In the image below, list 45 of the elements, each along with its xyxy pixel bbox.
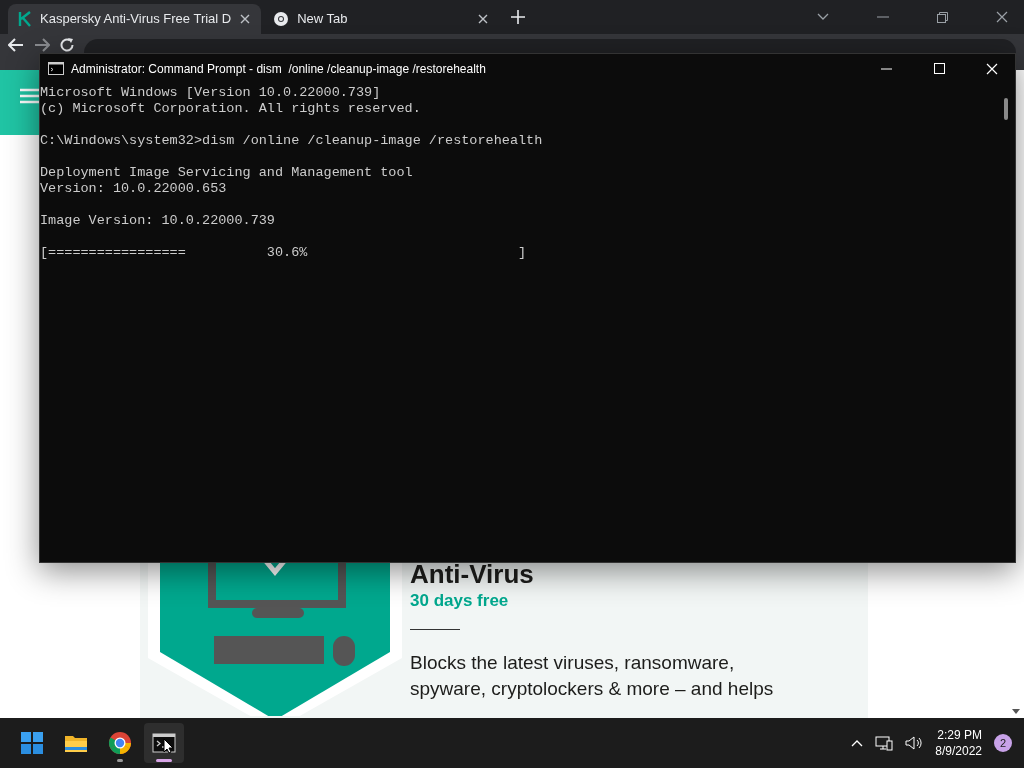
- window-title: Administrator: Command Prompt - dism /online /cleanup-image /restorehealth: [71, 60, 487, 78]
- volume-icon[interactable]: [905, 735, 924, 751]
- minimize-icon: [880, 67, 892, 70]
- tab-search-icon[interactable]: [817, 13, 829, 21]
- product-description: Blocks the latest viruses, ransomware, spyware, cryptolockers & more – and helps: [410, 651, 775, 701]
- start-icon: [20, 731, 44, 755]
- reload-icon[interactable]: [60, 38, 74, 52]
- tab-title: Kaspersky Anti-Virus Free Trial D: [40, 10, 232, 29]
- console-line: Microsoft Windows [Version 10.0.22000.739]: [40, 85, 382, 101]
- taskbar-app[interactable]: [144, 723, 184, 763]
- clock[interactable]: 2:29 PM 8/9/2022: [935, 727, 982, 759]
- console-line: Version: 10.0.22000.653: [40, 181, 228, 197]
- maximize-icon: [933, 63, 945, 74]
- scrollbar-thumb[interactable]: [1004, 98, 1008, 120]
- close-icon: [986, 62, 998, 75]
- console-line: Deployment Image Servicing and Management tool: [40, 165, 414, 181]
- browser-tab[interactable]: Kaspersky Anti-Virus Free Trial D: [8, 4, 262, 34]
- trial-period-text: 30 days free: [410, 590, 510, 612]
- console-line: Image Version: 10.0.22000.739: [40, 213, 276, 229]
- product-title: Anti-Virus: [410, 559, 535, 589]
- tab-title: New Tab: [297, 10, 349, 29]
- clock-date: 8/9/2022: [935, 743, 982, 759]
- network-icon[interactable]: [875, 735, 894, 751]
- terminal-icon: [152, 731, 176, 755]
- back-icon[interactable]: [8, 38, 24, 52]
- menu-button[interactable]: [0, 70, 40, 135]
- menu-icon: [20, 88, 40, 104]
- scroll-down-icon[interactable]: [1012, 709, 1020, 714]
- chevron-up-icon[interactable]: [851, 739, 864, 747]
- globe-icon: [273, 11, 290, 27]
- close-icon[interactable]: [239, 13, 252, 25]
- console-line: [================= 30.6% ]: [40, 245, 528, 261]
- k-logo-icon: [18, 11, 32, 27]
- clock-time: 2:29 PM: [936, 727, 982, 743]
- new-tab-icon[interactable]: [511, 10, 526, 24]
- restore-icon[interactable]: [937, 11, 948, 23]
- forward-icon: [34, 38, 50, 52]
- chrome-icon: [108, 731, 132, 755]
- close-icon[interactable]: [996, 11, 1008, 23]
- terminal-icon: [48, 62, 64, 75]
- console-line: C:\Windows\system32>dism /online /cleanup-image /restorehealth: [40, 133, 544, 149]
- console-line: (c) Microsoft Corporation. All rights reserved.: [40, 101, 422, 117]
- notification-badge[interactable]: 2: [994, 734, 1012, 752]
- close-icon[interactable]: [477, 13, 490, 25]
- browser-tab[interactable]: New Tab: [263, 4, 500, 34]
